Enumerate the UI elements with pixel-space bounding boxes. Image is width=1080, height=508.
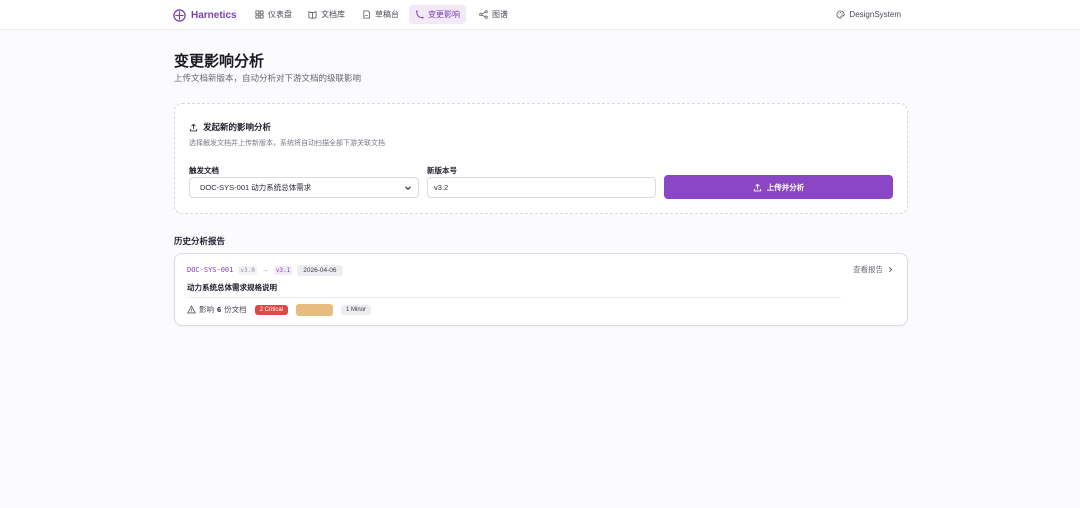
divider: [187, 297, 841, 298]
from-version: v3.0: [238, 265, 257, 275]
page-subtitle: 上传文档新版本，自动分析对下游文档的级联影响: [174, 73, 362, 83]
palette-icon: [836, 10, 845, 19]
nav-item-label: 草稿台: [375, 10, 399, 19]
card-description: 选择触发文档并上传新版本，系统将自动扫描全部下游关联文档: [189, 140, 385, 147]
draft-icon: [363, 10, 371, 19]
report-date: 2026-04-06: [297, 264, 343, 276]
card-title: 发起新的影响分析: [189, 121, 271, 133]
report-header: DOC-SYS-001 v3.0 → v3.1 2026-04-06: [187, 263, 343, 277]
major-badge: [296, 303, 334, 316]
nav-item-label: 仪表盘: [268, 10, 292, 19]
minor-badge: 1 Minor: [341, 304, 372, 315]
nav-item-graph[interactable]: 图谱: [473, 5, 514, 24]
upload-icon: [189, 123, 198, 131]
impact-suffix: 份文档: [224, 305, 247, 314]
history-title: 历史分析报告: [174, 236, 226, 246]
impact-prefix: 影响: [199, 305, 214, 314]
nav-item-drafts[interactable]: 草稿台: [356, 5, 405, 24]
nav-item-change-impact[interactable]: 变更影响: [409, 5, 466, 24]
dashboard-icon: [255, 10, 264, 19]
trigger-doc-select[interactable]: DOC-SYS-001 动力系统总体需求: [189, 177, 419, 198]
report-impact-row: 影响 6 份文档 2 Critical 1 Minor: [187, 303, 372, 316]
page-title: 变更影响分析: [174, 53, 265, 70]
impact-icon: [415, 10, 424, 19]
top-nav: Harnetics 仪表盘 文档库 草稿台 变更影响 图谱 DesignSyst…: [0, 0, 1080, 30]
design-system-link[interactable]: DesignSystem: [836, 5, 901, 24]
warning-icon: [187, 305, 196, 314]
report-doc-name: 动力系统总体需求规格说明: [187, 283, 277, 292]
arrow-right-icon: →: [261, 266, 269, 274]
to-version: v3.1: [273, 265, 293, 275]
impact-count: 6: [217, 305, 222, 314]
nav-item-dashboard[interactable]: 仪表盘: [249, 5, 298, 24]
nav-item-label: 变更影响: [428, 10, 460, 19]
nav-item-label: 文档库: [321, 10, 345, 19]
upload-button-label: 上传并分析: [766, 182, 805, 192]
version-input[interactable]: v3.2: [427, 177, 656, 198]
new-analysis-card: 发起新的影响分析 选择触发文档并上传新版本，系统将自动扫描全部下游关联文档 触发…: [174, 103, 908, 214]
design-system-label: DesignSystem: [849, 10, 901, 19]
trigger-doc-value: DOC-SYS-001 动力系统总体需求: [200, 183, 312, 192]
brand-icon: [173, 8, 186, 22]
report-card[interactable]: DOC-SYS-001 v3.0 → v3.1 2026-04-06 动力系统总…: [174, 253, 908, 326]
critical-badge: 2 Critical: [254, 304, 289, 315]
version-value: v3.2: [434, 183, 449, 192]
version-label: 新版本号: [427, 166, 457, 175]
chevron-right-icon: [889, 266, 893, 273]
view-report-link[interactable]: 查看报告: [853, 264, 894, 275]
brand-logo[interactable]: Harnetics: [173, 7, 237, 23]
impact-summary: 影响 6 份文档: [187, 304, 247, 315]
upload-analyze-button[interactable]: 上传并分析: [664, 175, 893, 199]
brand-name: Harnetics: [191, 9, 237, 21]
graph-icon: [479, 10, 488, 19]
nav-item-label: 图谱: [492, 10, 508, 19]
upload-icon: [753, 183, 761, 191]
trigger-doc-label: 触发文档: [189, 166, 219, 175]
chevron-down-icon: [405, 186, 411, 191]
card-title-text: 发起新的影响分析: [203, 122, 272, 132]
report-doc-id: DOC-SYS-001: [187, 266, 234, 274]
view-report-label: 查看报告: [853, 265, 883, 274]
book-icon: [308, 11, 317, 19]
nav-item-library[interactable]: 文档库: [302, 5, 351, 24]
